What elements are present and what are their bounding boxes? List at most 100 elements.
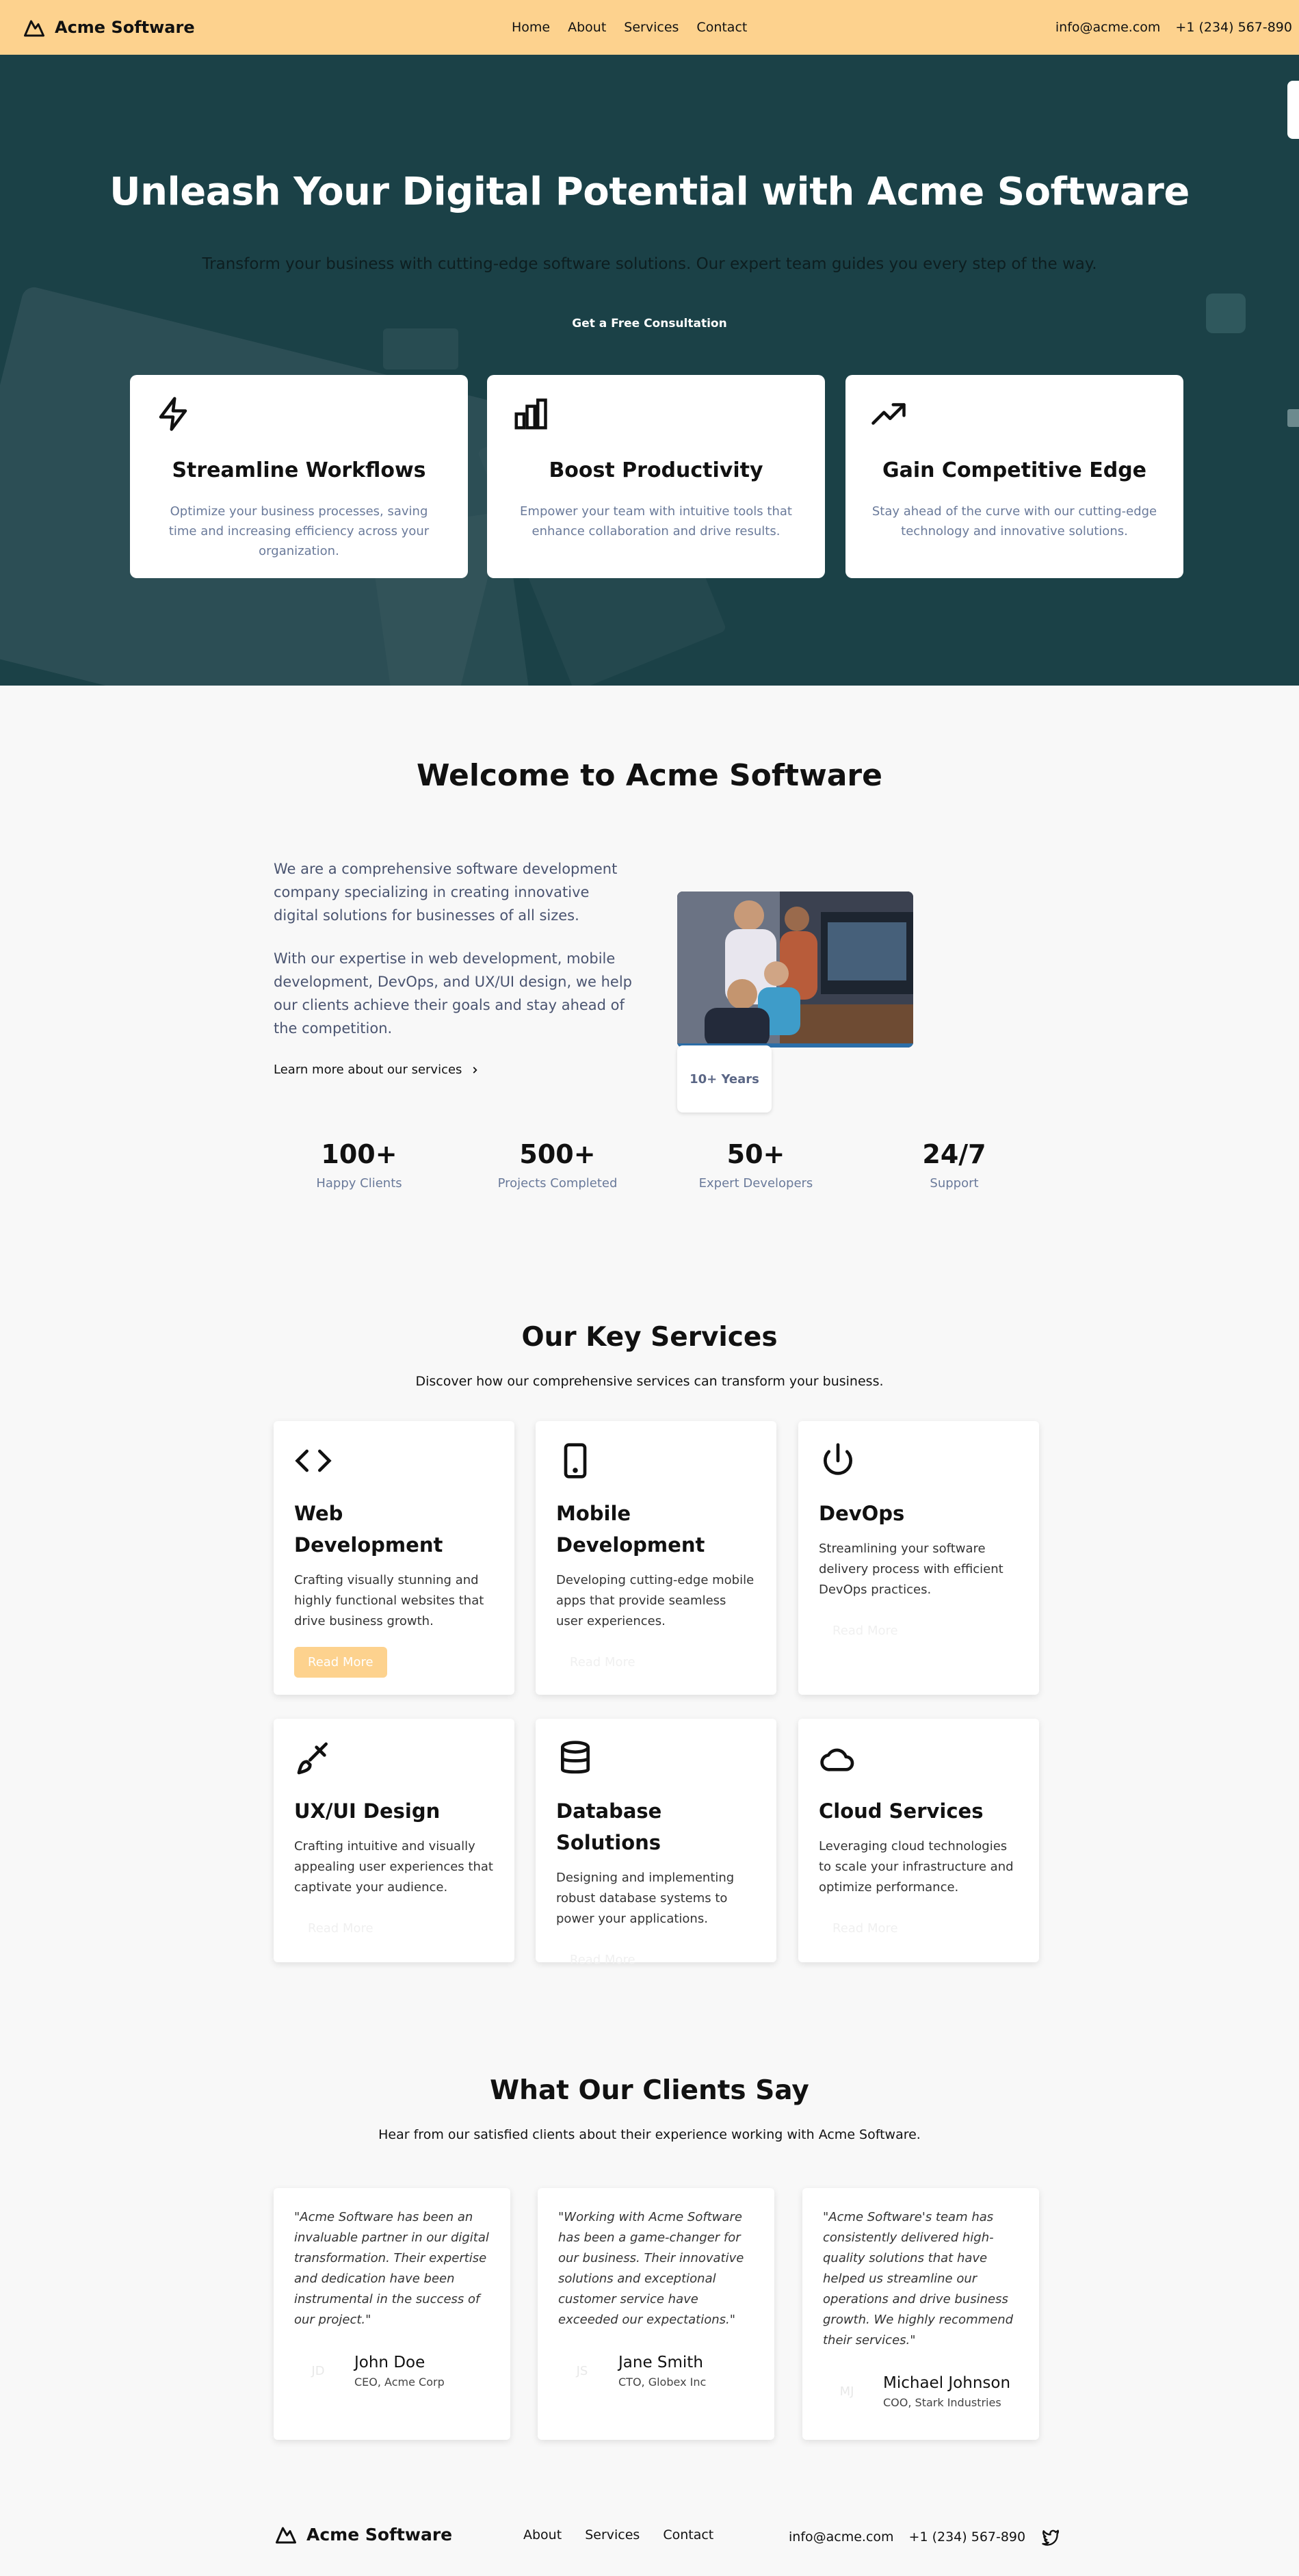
author-role: CEO, Acme Corp xyxy=(354,2375,445,2389)
author-name: John Doe xyxy=(354,2353,425,2371)
testimonials-subtitle: Hear from our satisfied clients about th… xyxy=(378,2127,921,2142)
side-widget-handle[interactable] xyxy=(1287,409,1299,427)
bar-chart-icon xyxy=(514,398,547,430)
code-icon xyxy=(295,1449,332,1472)
service-text: Leveraging cloud technologies to scale y… xyxy=(819,1839,1014,1895)
service-title: Web Development xyxy=(294,1502,443,1557)
service-text: Developing cutting-edge mobile apps that… xyxy=(556,1573,755,1628)
feature-title: Gain Competitive Edge xyxy=(882,458,1147,482)
services-subtitle: Discover how our comprehensive services … xyxy=(415,1374,884,1389)
service-card-devops: DevOps Streamlining your software delive… xyxy=(798,1421,1039,1695)
stat-value: 500+ xyxy=(519,1139,596,1169)
read-more-button[interactable]: Read More xyxy=(819,1913,912,1944)
brand-logo-link[interactable]: Acme Software xyxy=(22,15,195,40)
header-email-link[interactable]: info@acme.com xyxy=(1055,20,1161,35)
hero-title: Unleash Your Digital Potential with Acme… xyxy=(109,170,1190,214)
learn-more-link[interactable]: Learn more about our services xyxy=(274,1063,480,1077)
read-more-button[interactable]: Read More xyxy=(294,1647,387,1678)
welcome-paragraph-2: With our expertise in web development, m… xyxy=(274,950,632,1037)
service-text: Designing and implementing robust databa… xyxy=(556,1871,735,1926)
mountain-logo-icon xyxy=(276,2527,296,2544)
testimonial-quote: "Working with Acme Software has been a g… xyxy=(558,2210,744,2327)
services-title: Our Key Services xyxy=(521,1322,778,1353)
header-contact: info@acme.com +1 (234) 567-890 xyxy=(1055,20,1292,35)
nav-home-link[interactable]: Home xyxy=(512,20,550,35)
feature-title: Boost Productivity xyxy=(549,458,763,482)
free-consultation-button[interactable]: Get a Free Consultation xyxy=(0,317,1299,330)
stat-developers: 50+ Expert Developers xyxy=(657,1139,855,1191)
site-header: Acme Software Home About Services Contac… xyxy=(0,0,1299,55)
feature-card-productivity: Boost Productivity Empower your team wit… xyxy=(487,375,825,578)
testimonial-quote: "Acme Software has been an invaluable pa… xyxy=(294,2210,489,2327)
floating-widget-icon[interactable] xyxy=(1206,294,1246,333)
testimonial-card: "Acme Software has been an invaluable pa… xyxy=(274,2188,510,2440)
years-badge: 10+ Years xyxy=(677,1045,772,1113)
feature-text: Stay ahead of the curve with our cutting… xyxy=(871,504,1157,538)
nav-contact-link[interactable]: Contact xyxy=(696,20,747,35)
trending-up-icon xyxy=(871,403,906,425)
testimonial-card: "Working with Acme Software has been a g… xyxy=(538,2188,774,2440)
feature-title: Streamline Workflows xyxy=(172,458,426,482)
footer-phone-link[interactable]: +1 (234) 567-890 xyxy=(909,2529,1026,2545)
nav-about-link[interactable]: About xyxy=(568,20,606,35)
footer-contact-link[interactable]: Contact xyxy=(663,2527,713,2542)
service-card-uxui: UX/UI Design Crafting intuitive and visu… xyxy=(274,1719,514,1962)
service-card-database: Database Solutions Designing and impleme… xyxy=(536,1719,776,1967)
testimonial-author: JS Jane Smith CTO, Globex Inc xyxy=(558,2347,706,2395)
stat-value: 50+ xyxy=(726,1139,785,1169)
power-icon xyxy=(824,1443,852,1475)
main-nav: Home About Services Contact xyxy=(512,0,747,55)
stat-label: Support xyxy=(930,1176,979,1191)
service-title: Cloud Services xyxy=(819,1799,984,1823)
team-photo xyxy=(677,892,913,1048)
stat-support: 24/7 Support xyxy=(855,1139,1053,1191)
smartphone-icon xyxy=(564,1443,587,1479)
mountain-logo-icon xyxy=(24,20,44,37)
chevron-right-icon xyxy=(473,1066,478,1074)
side-feedback-tab[interactable] xyxy=(1287,81,1299,139)
testimonial-author: MJ Michael Johnson COO, Stark Industries xyxy=(823,2367,1010,2415)
service-title: UX/UI Design xyxy=(294,1799,441,1823)
author-name: Jane Smith xyxy=(618,2353,703,2371)
stat-value: 24/7 xyxy=(922,1139,986,1169)
learn-more-label: Learn more about our services xyxy=(274,1063,462,1077)
service-card-mobile: Mobile Development Developing cutting-ed… xyxy=(536,1421,776,1695)
service-card-cloud: Cloud Services Leveraging cloud technolo… xyxy=(798,1719,1039,1962)
testimonial-quote: "Acme Software's team has consistently d… xyxy=(823,2210,1014,2347)
cloud-icon xyxy=(820,1748,854,1771)
feature-card-competitive: Gain Competitive Edge Stay ahead of the … xyxy=(845,375,1183,578)
footer-about-link[interactable]: About xyxy=(523,2527,562,2542)
read-more-button[interactable]: Read More xyxy=(556,1647,649,1678)
footer-brand-name: Acme Software xyxy=(306,2524,453,2545)
avatar: JD xyxy=(294,2347,342,2395)
read-more-button[interactable]: Read More xyxy=(819,1615,912,1646)
feature-card-streamline: Streamline Workflows Optimize your busin… xyxy=(130,375,468,578)
author-role: COO, Stark Industries xyxy=(883,2395,1001,2409)
author-role: CTO, Globex Inc xyxy=(618,2375,707,2389)
hero-subtitle: Transform your business with cutting-edg… xyxy=(202,255,1097,273)
read-more-button[interactable]: Read More xyxy=(556,1944,649,1975)
footer-nav: About Services Contact xyxy=(523,2527,713,2542)
twitter-icon[interactable] xyxy=(1040,2527,1060,2547)
stat-label: Expert Developers xyxy=(698,1176,813,1191)
database-icon xyxy=(561,1741,590,1774)
welcome-title: Welcome to Acme Software xyxy=(417,758,882,793)
stat-value: 100+ xyxy=(321,1139,397,1169)
footer-brand-link[interactable]: Acme Software xyxy=(274,2522,452,2547)
service-text: Crafting visually stunning and highly fu… xyxy=(294,1573,484,1628)
site-footer: Acme Software About Services Contact inf… xyxy=(0,2504,1299,2576)
service-text: Crafting intuitive and visually appealin… xyxy=(294,1839,493,1895)
footer-email-link[interactable]: info@acme.com xyxy=(789,2529,894,2545)
header-phone-link[interactable]: +1 (234) 567-890 xyxy=(1175,20,1292,35)
footer-services-link[interactable]: Services xyxy=(585,2527,640,2542)
service-title: DevOps xyxy=(819,1502,905,1525)
avatar: JS xyxy=(558,2347,606,2395)
feature-text: Optimize your business processes, saving… xyxy=(168,504,430,558)
service-title: Database Solutions xyxy=(556,1799,662,1854)
read-more-button[interactable]: Read More xyxy=(294,1913,387,1944)
avatar: MJ xyxy=(823,2367,871,2415)
nav-services-link[interactable]: Services xyxy=(624,20,679,35)
stat-label: Happy Clients xyxy=(316,1176,402,1191)
feature-text: Empower your team with intuitive tools t… xyxy=(520,504,792,538)
author-name: Michael Johnson xyxy=(883,2373,1011,2392)
